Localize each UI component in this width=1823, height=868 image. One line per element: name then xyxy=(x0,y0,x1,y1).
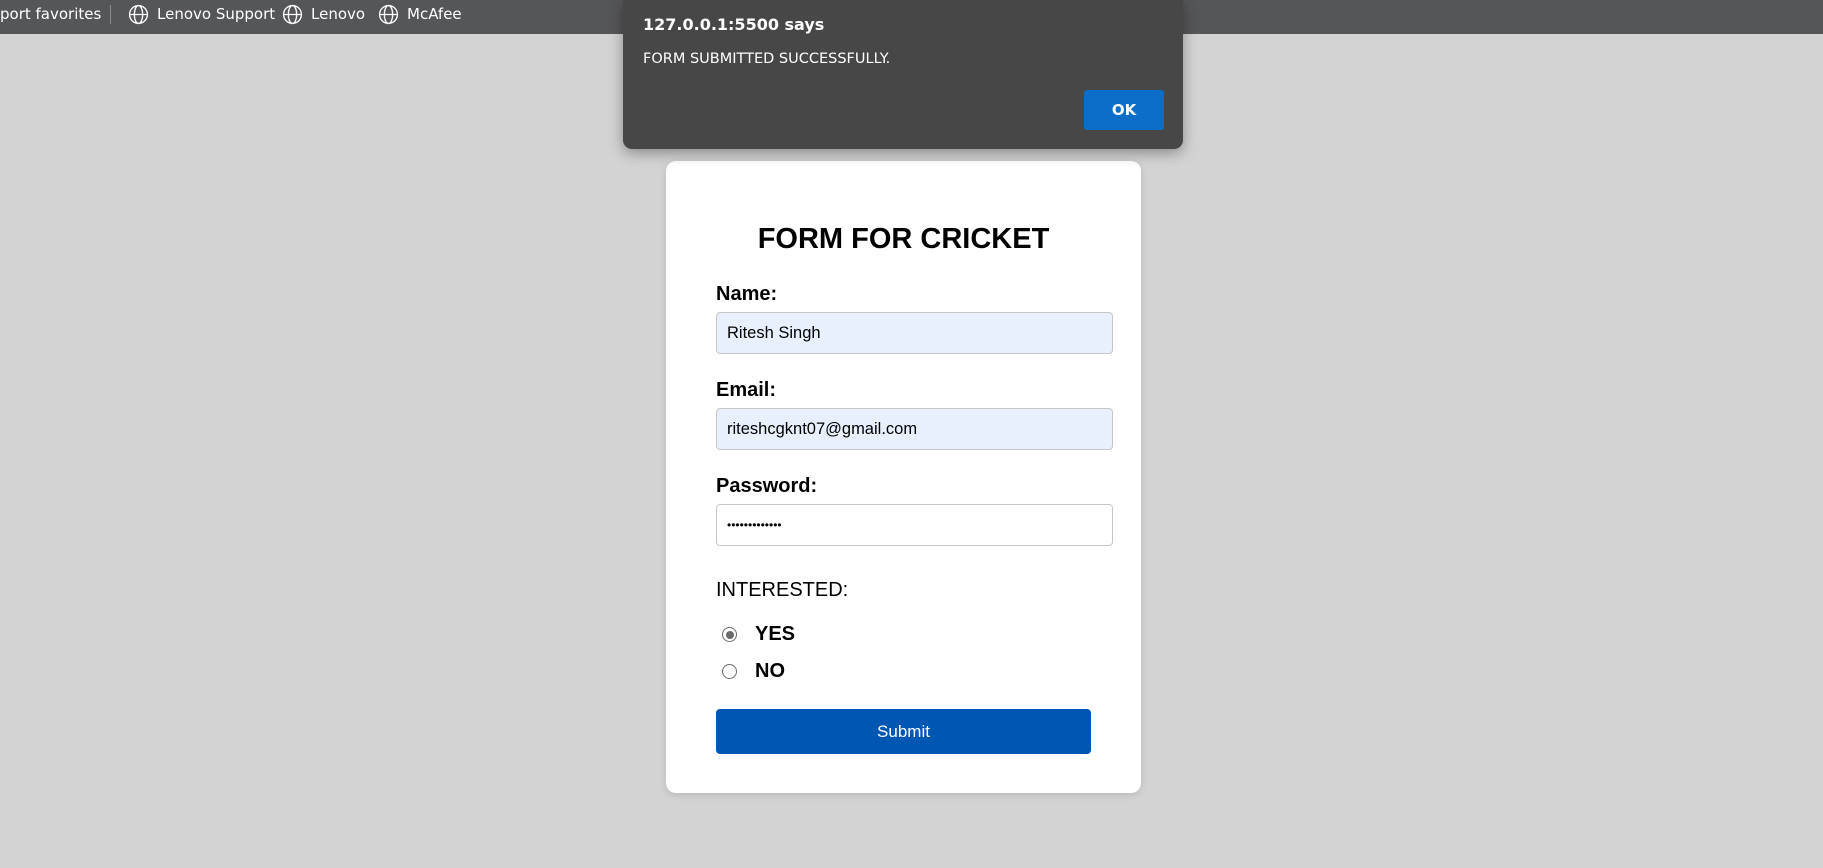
bookmark-mcafee[interactable]: McAfee xyxy=(378,0,462,28)
globe-icon xyxy=(282,4,303,24)
globe-icon xyxy=(378,4,399,24)
bookmark-label: Lenovo xyxy=(311,5,366,23)
bookmark-label: McAfee xyxy=(407,5,462,23)
bookmark-lenovo[interactable]: Lenovo xyxy=(282,0,365,28)
password-input[interactable]: ••••••••••••• xyxy=(716,504,1113,546)
password-value: ••••••••••••• xyxy=(727,518,782,532)
globe-icon xyxy=(128,4,149,24)
radio-label-no: NO xyxy=(755,660,785,682)
name-input[interactable]: Ritesh Singh xyxy=(716,312,1113,354)
email-input[interactable]: riteshcgknt07@gmail.com xyxy=(716,408,1113,450)
ok-button[interactable]: OK xyxy=(1084,90,1164,130)
radio-option-no[interactable]: NO xyxy=(722,660,785,683)
name-value: Ritesh Singh xyxy=(727,323,821,342)
email-value: riteshcgknt07@gmail.com xyxy=(727,419,918,438)
bookmark-label: port favorites xyxy=(0,5,102,23)
email-label: Email: xyxy=(716,379,777,401)
alert-dialog: 127.0.0.1:5500 says FORM SUBMITTED SUCCE… xyxy=(623,0,1183,149)
cricket-form-card: FORM FOR CRICKET Name: Ritesh Singh Emai… xyxy=(666,161,1141,793)
bookmarks-divider xyxy=(110,5,111,24)
bookmark-lenovo-support[interactable]: Lenovo Support xyxy=(128,0,275,28)
radio-option-yes[interactable]: YES xyxy=(722,623,795,646)
radio-button-yes[interactable] xyxy=(722,627,737,642)
form-title: FORM FOR CRICKET xyxy=(757,223,1050,255)
bookmark-import-favorites[interactable]: port favorites xyxy=(0,0,101,28)
name-label: Name: xyxy=(716,283,778,305)
submit-button[interactable]: Submit xyxy=(716,709,1091,754)
bookmark-label: Lenovo Support xyxy=(157,5,276,23)
interested-label: INTERESTED: xyxy=(716,579,849,601)
password-label: Password: xyxy=(716,475,818,497)
radio-label-yes: YES xyxy=(755,623,796,645)
dialog-title: 127.0.0.1:5500 says xyxy=(643,15,825,34)
dialog-message: FORM SUBMITTED SUCCESSFULLY. xyxy=(643,51,891,67)
radio-button-no[interactable] xyxy=(722,664,737,679)
